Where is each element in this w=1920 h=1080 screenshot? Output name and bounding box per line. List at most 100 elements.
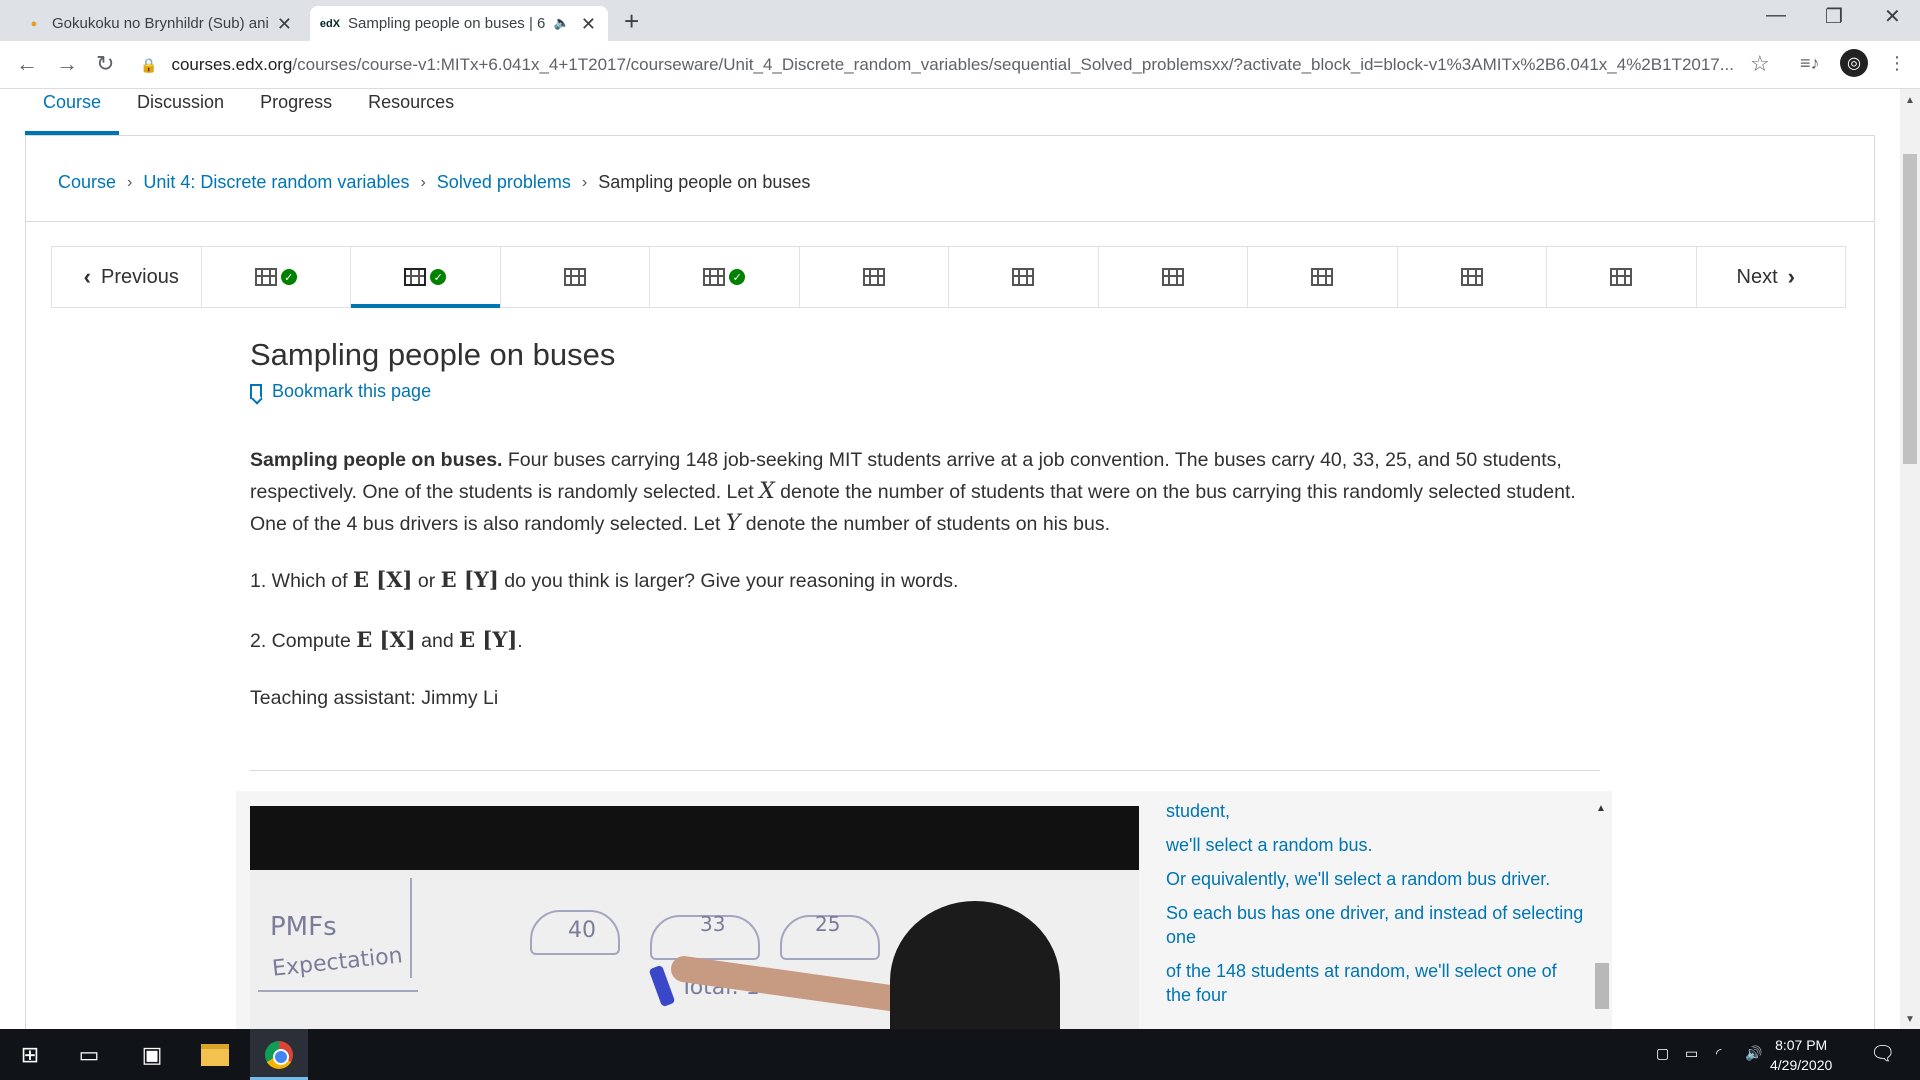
- sequence-item-video[interactable]: ✓: [202, 247, 351, 307]
- address-bar[interactable]: 🔒 courses.edx.org/courses/course-v1:MITx…: [140, 47, 1770, 83]
- transcript-panel[interactable]: student, we'll select a random bus. Or e…: [1166, 791, 1586, 1029]
- check-icon: ✓: [430, 269, 447, 285]
- transcript-line[interactable]: So each bus has one driver, and instead …: [1166, 901, 1586, 949]
- wifi-icon[interactable]: ◜: [1716, 1045, 1721, 1062]
- sequence-item-video[interactable]: [1099, 247, 1248, 307]
- math-expression: E [Y]: [440, 567, 499, 592]
- menu-icon[interactable]: ⋮: [1888, 53, 1906, 74]
- bookmark-label: Bookmark this page: [272, 381, 432, 401]
- url-text: courses.edx.org/courses/course-v1:MITx+6…: [171, 55, 1734, 74]
- system-clock[interactable]: 8:07 PM 4/29/2020: [1770, 1035, 1832, 1075]
- chrome-icon[interactable]: [263, 1039, 295, 1071]
- tab-title: Sampling people on buses | 6: [348, 15, 546, 32]
- transcript-line[interactable]: student,: [1166, 799, 1586, 823]
- scrollbar-thumb[interactable]: [1903, 154, 1917, 464]
- next-button[interactable]: Next ›: [1697, 247, 1846, 307]
- sequence-item-video[interactable]: [1547, 247, 1697, 307]
- math-variable: Y: [725, 511, 741, 536]
- math-expression: E [Y]: [459, 627, 518, 652]
- video-icon: [404, 268, 427, 286]
- sequence-item-video[interactable]: [800, 247, 949, 307]
- transcript-line[interactable]: we'll select a random bus.: [1166, 833, 1586, 857]
- minimize-button[interactable]: —: [1766, 4, 1786, 27]
- tab-resources[interactable]: Resources: [350, 89, 472, 135]
- bookmark-star-icon[interactable]: ☆: [1750, 51, 1770, 77]
- sequence-item-video[interactable]: [1248, 247, 1398, 307]
- previous-button[interactable]: ‹ Previous: [52, 247, 202, 307]
- video-icon: [703, 268, 726, 286]
- transcript-line[interactable]: of the 148 students at random, we'll sel…: [1166, 959, 1586, 1007]
- page-scrollbar[interactable]: ▲ ▼: [1900, 89, 1920, 1029]
- video-icon: [1610, 268, 1633, 286]
- close-window-button[interactable]: ✕: [1884, 4, 1901, 29]
- media-control-icon[interactable]: ≡♪: [1800, 53, 1820, 74]
- whiteboard-text: 25: [815, 912, 841, 936]
- close-tab-icon[interactable]: ✕: [277, 14, 292, 35]
- problem-statement: Sampling people on buses. Four buses car…: [250, 444, 1580, 540]
- divider: [250, 770, 1600, 771]
- tab-progress[interactable]: Progress: [242, 89, 350, 135]
- task-view-icon[interactable]: ▭: [73, 1039, 105, 1071]
- breadcrumb-course[interactable]: Course: [58, 172, 116, 193]
- chevron-right-icon: ›: [127, 173, 133, 191]
- previous-label: Previous: [101, 265, 179, 288]
- breadcrumb-unit[interactable]: Unit 4: Discrete random variables: [143, 172, 409, 193]
- avatar[interactable]: ◎: [1840, 49, 1868, 77]
- notification-icon[interactable]: 🗨: [1870, 1041, 1895, 1066]
- board-line: [258, 990, 418, 992]
- breadcrumb-current: Sampling people on buses: [598, 172, 811, 192]
- page-title: Sampling people on buses: [250, 337, 616, 372]
- transcript-line[interactable]: Or equivalently, we'll select a random b…: [1166, 867, 1586, 891]
- scrollbar-thumb[interactable]: [1595, 963, 1609, 1009]
- back-button[interactable]: ←: [16, 51, 38, 77]
- chevron-right-icon: ›: [1787, 264, 1795, 289]
- restore-button[interactable]: ❐: [1825, 4, 1843, 29]
- reload-button[interactable]: ↻: [96, 51, 114, 77]
- whiteboard-text: PMFs: [270, 912, 337, 942]
- sequence-item-video-active[interactable]: ✓: [351, 247, 501, 308]
- battery-icon[interactable]: ▭: [1685, 1045, 1698, 1062]
- windows-taskbar: ⊞ ▭ ▣ ▢ ▭ ◜ 🔊 8:07 PM 4/29/2020 🗨: [0, 1029, 1920, 1080]
- scroll-down-icon[interactable]: ▼: [1905, 1014, 1915, 1025]
- transcript-scrollbar[interactable]: ▲: [1591, 791, 1611, 1029]
- new-tab-button[interactable]: +: [624, 6, 639, 37]
- breadcrumb-section[interactable]: Solved problems: [437, 172, 571, 193]
- sequence-item-video[interactable]: ✓: [650, 247, 800, 307]
- chevron-left-icon: ‹: [83, 264, 91, 289]
- sequence-item-video[interactable]: [501, 247, 650, 307]
- speaker-icon[interactable]: 🔈: [554, 15, 570, 31]
- video-icon: [1311, 268, 1334, 286]
- board-line: [410, 878, 412, 978]
- tab-discussion[interactable]: Discussion: [119, 89, 242, 135]
- video-icon: [1161, 268, 1184, 286]
- video-player[interactable]: PMFs Expectation 40 33 25 Total: 148: [250, 806, 1139, 1029]
- file-explorer-icon[interactable]: [199, 1039, 231, 1071]
- browser-tab[interactable]: ● Gokukoku no Brynhildr (Sub) ani ✕: [14, 6, 304, 41]
- browser-toolbar: ← → ↻ 🔒 courses.edx.org/courses/course-v…: [0, 41, 1920, 89]
- video-module: PMFs Expectation 40 33 25 Total: 148 stu…: [236, 791, 1612, 1029]
- forward-button[interactable]: →: [56, 51, 78, 77]
- whiteboard-text: 40: [568, 918, 596, 943]
- sequence-item-video[interactable]: [949, 247, 1099, 307]
- video-icon: [254, 268, 277, 286]
- tablet-mode-icon[interactable]: ▢: [1656, 1045, 1669, 1062]
- scroll-up-icon[interactable]: ▲: [1905, 95, 1915, 106]
- tab-title: Gokukoku no Brynhildr (Sub) ani: [52, 15, 269, 32]
- close-tab-icon[interactable]: ✕: [581, 14, 596, 35]
- course-tabs: Course Discussion Progress Resources: [25, 89, 472, 135]
- browser-tab-active[interactable]: edX Sampling people on buses | 6 🔈 ✕: [310, 6, 608, 41]
- lock-icon: 🔒: [140, 56, 158, 73]
- scroll-up-icon[interactable]: ▲: [1596, 803, 1606, 814]
- math-expression: E [X]: [352, 567, 413, 592]
- divider: [26, 221, 1874, 222]
- app-icon[interactable]: ▣: [136, 1039, 168, 1071]
- problem-lead: Sampling people on buses.: [250, 449, 503, 471]
- anime-site-icon: ●: [30, 17, 38, 30]
- chevron-right-icon: ›: [420, 173, 426, 191]
- sequence-item-video[interactable]: [1398, 247, 1547, 307]
- check-icon: ✓: [280, 269, 297, 285]
- bookmark-button[interactable]: Bookmark this page: [250, 381, 431, 402]
- tab-course[interactable]: Course: [25, 89, 120, 135]
- volume-icon[interactable]: 🔊: [1745, 1045, 1762, 1062]
- windows-start-icon[interactable]: ⊞: [14, 1039, 46, 1071]
